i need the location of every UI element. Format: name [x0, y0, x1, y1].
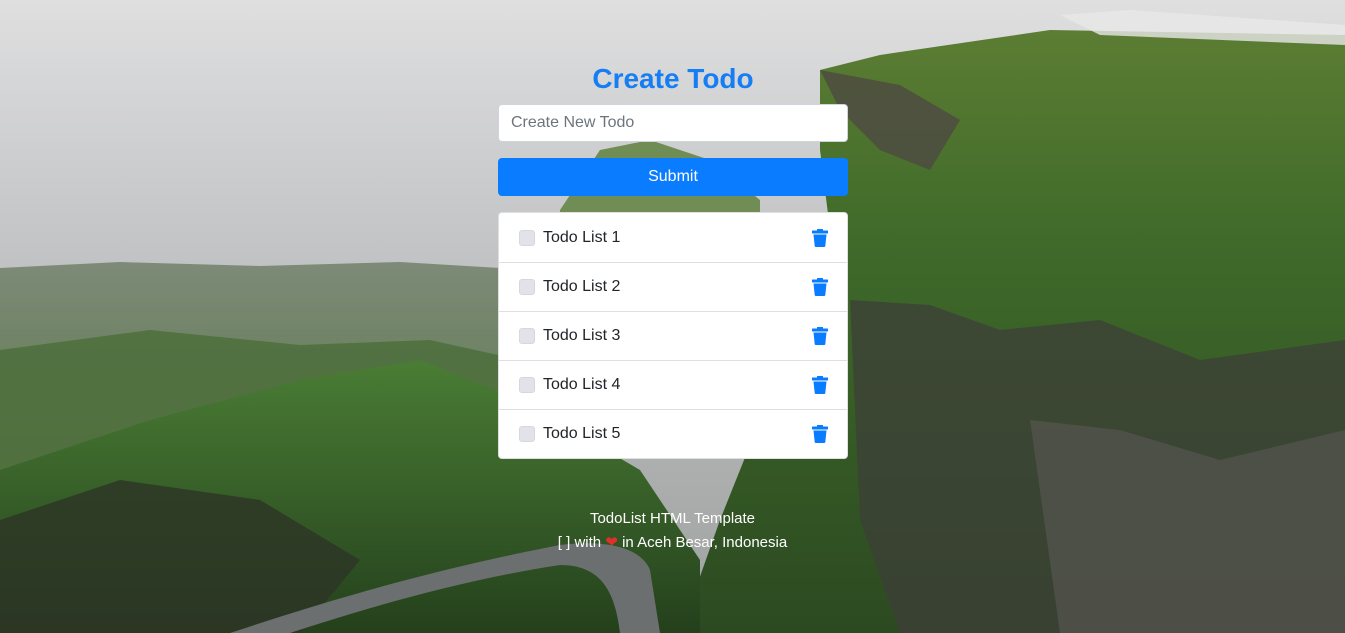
- todo-label: Todo List 3: [543, 327, 621, 344]
- trash-icon[interactable]: [812, 278, 828, 296]
- submit-button[interactable]: Submit: [498, 158, 848, 196]
- page-title: Create Todo: [592, 63, 754, 94]
- footer: TodoList HTML Template [ ] with ❤ in Ace…: [0, 507, 1345, 555]
- footer-credit-suffix: in Aceh Besar, Indonesia: [622, 534, 788, 551]
- todo-list: Todo List 1 Todo List 2 Todo List 3 Todo…: [498, 212, 848, 459]
- todo-item: Todo List 4: [499, 360, 847, 409]
- trash-icon[interactable]: [812, 376, 828, 394]
- todo-item: Todo List 5: [499, 409, 847, 458]
- todo-item: Todo List 3: [499, 311, 847, 360]
- todo-item: Todo List 2: [499, 262, 847, 311]
- todo-container: Create Todo Submit Todo List 1 Todo List…: [498, 60, 848, 459]
- todo-label: Todo List 4: [543, 376, 621, 393]
- todo-item: Todo List 1: [499, 213, 847, 262]
- todo-label: Todo List 1: [543, 228, 621, 246]
- new-todo-input[interactable]: [498, 104, 848, 142]
- trash-icon[interactable]: [812, 425, 828, 443]
- trash-icon[interactable]: [812, 327, 828, 345]
- todo-label: Todo List 5: [543, 425, 621, 442]
- checkbox-icon[interactable]: [519, 229, 535, 246]
- heart-icon: ❤: [605, 534, 618, 551]
- checkbox-icon[interactable]: [519, 377, 535, 393]
- checkbox-icon[interactable]: [519, 426, 535, 442]
- footer-title: TodoList HTML Template: [589, 510, 756, 527]
- checkbox-icon[interactable]: [519, 328, 535, 344]
- checkbox-icon[interactable]: [519, 279, 535, 295]
- trash-icon[interactable]: [812, 228, 828, 247]
- footer-credit: [ ] with ❤ in Aceh Besar, Indonesia: [0, 531, 1345, 555]
- footer-credit-prefix: [ ] with: [557, 534, 602, 551]
- todo-label: Todo List 2: [543, 278, 621, 295]
